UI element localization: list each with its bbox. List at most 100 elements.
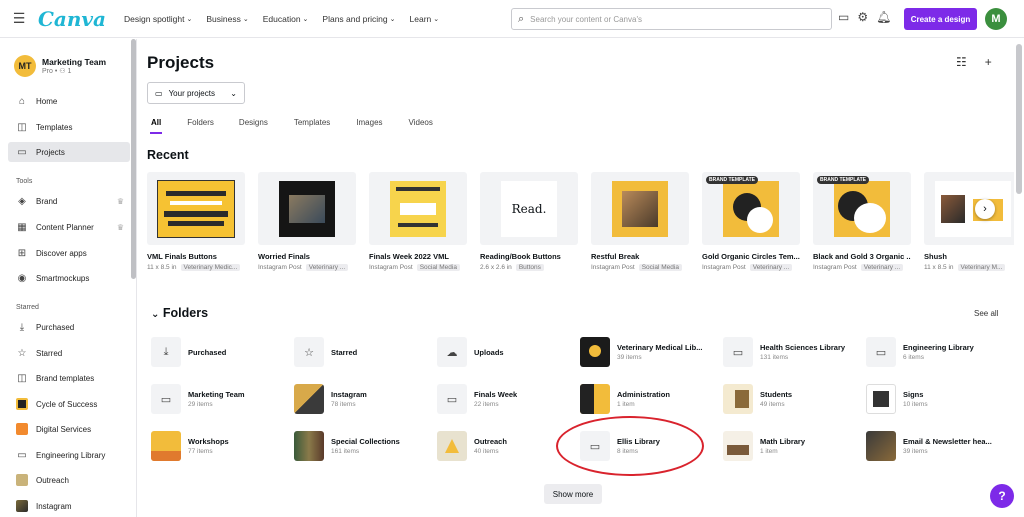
folder-math-library[interactable]: Math Library 1 item	[723, 431, 853, 461]
sidebar-item-label: Templates	[36, 122, 73, 132]
design-meta: 11 x 8.5 in Veterinary M...	[924, 264, 1014, 271]
sidebar-item-discover-apps[interactable]: ⊞ Discover apps	[8, 243, 130, 263]
folder-engineering-library[interactable]: ▭ Engineering Library 6 items	[866, 337, 996, 367]
design-card[interactable]: BRAND TEMPLATE Gold Organic Circles Tem.…	[702, 172, 800, 271]
sidebar-item-brand-templates[interactable]: ◫ Brand templates	[8, 368, 130, 388]
nav-education[interactable]: Education ⌄	[263, 14, 309, 24]
design-card[interactable]: BRAND TEMPLATE Black and Gold 3 Organic …	[813, 172, 911, 271]
team-name: Marketing Team	[42, 57, 107, 67]
sidebar-item-digital-services[interactable]: Digital Services	[8, 419, 130, 439]
view-icons: ☷ +	[956, 55, 992, 69]
design-card[interactable]: VML Finals Buttons 11 x 8.5 in Veterinary…	[147, 172, 245, 271]
design-card[interactable]: Restful Break Instagram Post Social Media	[591, 172, 689, 271]
sidebar-item-engineering-library[interactable]: ▭ Engineering Library	[8, 445, 130, 465]
menu-icon[interactable]: ☰	[0, 0, 38, 38]
folder-health-sciences-library[interactable]: ▭ Health Sciences Library 131 items	[723, 337, 853, 367]
starred-heading: Starred	[16, 304, 39, 311]
templates-icon: ◫	[17, 121, 27, 133]
folder-icon: ▭	[723, 337, 753, 367]
sidebar-item-label: Discover apps	[36, 248, 87, 258]
folder-thumbnail	[580, 337, 610, 367]
sidebar-item-projects[interactable]: ▭ Projects	[8, 142, 130, 162]
folder-marketing-team[interactable]: ▭ Marketing Team 29 items	[151, 384, 281, 414]
design-card[interactable]: Shush 11 x 8.5 in Veterinary M...	[924, 172, 1014, 271]
sidebar-item-smartmockups[interactable]: ◉ Smartmockups	[8, 268, 130, 288]
folder-uploads[interactable]: ☁ Uploads	[437, 337, 567, 367]
folder-students[interactable]: Students 49 items	[723, 384, 853, 414]
folder-signs[interactable]: Signs 10 items	[866, 384, 996, 414]
user-avatar[interactable]: M	[985, 8, 1007, 30]
tab-all[interactable]: All	[149, 118, 163, 134]
canva-logo[interactable]: Canva	[38, 7, 106, 31]
design-thumbnail	[369, 172, 467, 245]
sidebar-item-brand[interactable]: ◈ Brand ♛	[8, 191, 130, 211]
search-placeholder: Search your content or Canva's	[530, 14, 642, 24]
folders-heading[interactable]: ⌄ Folders	[151, 306, 208, 320]
tab-videos[interactable]: Videos	[409, 118, 433, 127]
design-card[interactable]: Worried Finals Instagram Post Veterinary …	[258, 172, 356, 271]
tab-designs[interactable]: Designs	[239, 118, 268, 127]
list-view-icon[interactable]: ☷	[956, 55, 967, 69]
folder-instagram[interactable]: Instagram 78 items	[294, 384, 424, 414]
sidebar-item-cycle-of-success[interactable]: Cycle of Success	[8, 394, 130, 414]
see-all-link[interactable]: See all	[974, 309, 998, 318]
home-icon: ⌂	[18, 95, 26, 107]
sidebar-scrollbar[interactable]	[131, 39, 136, 279]
design-name: Finals Week 2022 VML	[369, 252, 449, 261]
design-card[interactable]: Read. Reading/Book Buttons 2.6 x 2.6 in B…	[480, 172, 578, 271]
folder-workshops[interactable]: Workshops 77 items	[151, 431, 281, 461]
templates-icon: ◫	[17, 372, 27, 384]
folder-email-newsletter[interactable]: Email & Newsletter hea... 39 items	[866, 431, 996, 461]
nav-design-spotlight[interactable]: Design spotlight ⌄	[124, 14, 192, 24]
main-scrollbar[interactable]	[1016, 44, 1022, 194]
search-input[interactable]: ⌕ Search your content or Canva's	[511, 8, 832, 30]
tab-templates[interactable]: Templates	[294, 118, 330, 127]
show-more-button[interactable]: Show more	[544, 484, 602, 504]
download-icon: ⤓	[19, 321, 25, 333]
help-button[interactable]: ?	[990, 484, 1014, 508]
folder-administration[interactable]: Administration 1 item	[580, 384, 710, 414]
sidebar-item-label: Projects	[36, 147, 65, 157]
sidebar-item-starred[interactable]: ☆ Starred	[8, 343, 130, 363]
folder-special-collections[interactable]: Special Collections 161 items	[294, 431, 424, 461]
folder-finals-week[interactable]: ▭ Finals Week 22 items	[437, 384, 567, 414]
brand-icon: ◈	[18, 195, 26, 207]
plus-icon[interactable]: +	[985, 55, 992, 69]
carousel-next-button[interactable]: ›	[975, 199, 995, 219]
bell-icon[interactable]: 🔔︎	[876, 10, 891, 24]
folder-thumbnail	[866, 384, 896, 414]
folder-icon: ▭	[155, 88, 163, 98]
sidebar-item-purchased[interactable]: ⤓ Purchased	[8, 317, 130, 337]
nav-business[interactable]: Business ⌄	[206, 14, 248, 24]
nav-learn[interactable]: Learn ⌄	[410, 14, 440, 24]
team-switcher[interactable]: MT Marketing Team Pro • ⚇ 1	[14, 55, 106, 77]
chevron-right-icon: ›	[983, 203, 987, 215]
nav-plans-pricing[interactable]: Plans and pricing ⌄	[322, 14, 395, 24]
folder-veterinary-medical-library[interactable]: Veterinary Medical Lib... 39 items	[580, 337, 710, 367]
sidebar-item-content-planner[interactable]: ▦ Content Planner ♛	[8, 217, 130, 237]
sidebar-item-home[interactable]: ⌂ Home	[8, 91, 130, 111]
recent-heading: Recent	[147, 148, 189, 162]
sidebar-item-label: Outreach	[36, 475, 69, 485]
sidebar-item-templates[interactable]: ◫ Templates	[8, 117, 130, 137]
sidebar-item-outreach[interactable]: Outreach	[8, 470, 130, 490]
folder-starred[interactable]: ☆ Starred	[294, 337, 424, 367]
sidebar-item-instagram[interactable]: Instagram	[8, 496, 130, 516]
sidebar-item-label: Smartmockups	[36, 273, 90, 283]
create-design-button[interactable]: Create a design	[904, 8, 977, 30]
tab-folders[interactable]: Folders	[187, 118, 214, 127]
sidebar-item-label: Content Planner	[36, 222, 94, 232]
design-name: Worried Finals	[258, 252, 310, 261]
tab-images[interactable]: Images	[356, 118, 382, 127]
design-meta: Instagram Post Social Media	[591, 264, 689, 271]
projects-filter-dropdown[interactable]: ▭ Your projects ⌄	[147, 82, 245, 104]
sidebar-item-label: Cycle of Success	[36, 399, 98, 409]
folder-purchased[interactable]: ⤓ Purchased	[151, 337, 281, 367]
design-card[interactable]: Finals Week 2022 VML Instagram Post Socia…	[369, 172, 467, 271]
gear-icon[interactable]: ⚙	[857, 10, 868, 24]
folder-outreach[interactable]: Outreach 40 items	[437, 431, 567, 461]
folder-thumbnail	[437, 431, 467, 461]
chevron-down-icon: ⌄	[242, 15, 249, 23]
folder-icon: ▭	[17, 449, 27, 461]
monitor-icon[interactable]: ▭	[838, 10, 849, 24]
